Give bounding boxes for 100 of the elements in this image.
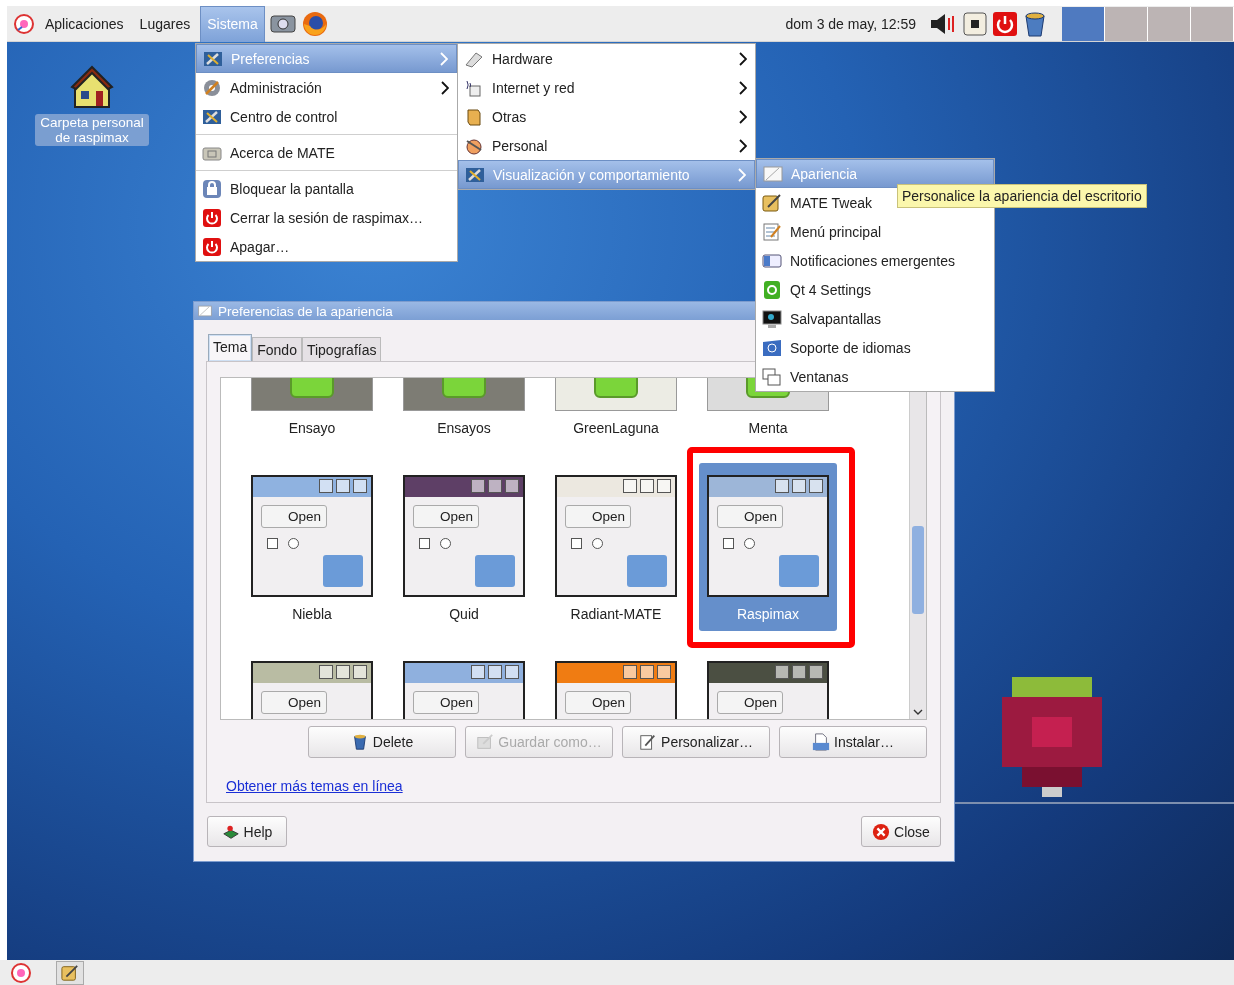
close-button[interactable]: Close <box>861 816 941 847</box>
pencil-icon <box>762 192 782 213</box>
theme-card[interactable]: GreenLaguna <box>547 378 685 445</box>
chevron-icon <box>739 109 747 124</box>
preview-open-button: Open <box>261 691 328 714</box>
box-icon <box>464 106 484 127</box>
theme-card[interactable]: Open Quid <box>395 463 533 631</box>
tab[interactable]: Tema <box>208 334 253 361</box>
menu-item[interactable]: Qt 4 Settings <box>756 275 994 304</box>
menu-item[interactable]: Personal <box>458 131 755 160</box>
lock-icon <box>202 178 222 199</box>
panel-menu[interactable]: Lugares <box>133 5 197 42</box>
dialog-button[interactable]: Personalizar… <box>622 726 770 758</box>
window-title: Preferencias de la apariencia <box>218 303 393 319</box>
taskbar-button[interactable] <box>56 960 84 985</box>
screen-icon <box>763 163 783 184</box>
app-menu-icon[interactable] <box>10 961 32 984</box>
firefox-icon[interactable] <box>300 9 329 38</box>
theme-name: Niebla <box>292 606 332 622</box>
folder-icon <box>779 555 819 587</box>
theme-card[interactable]: Open Niebla <box>243 463 381 631</box>
theme-name: Menta <box>748 420 788 436</box>
radio-icon <box>440 538 451 549</box>
menu-item[interactable]: Otras <box>458 102 755 131</box>
radio-icon <box>288 538 299 549</box>
menu-item[interactable]: Notificaciones emergentes <box>756 246 994 275</box>
theme-card[interactable]: Open <box>699 649 837 719</box>
theme-card[interactable]: Open <box>395 649 533 719</box>
menu-item[interactable]: Cerrar la sesión de raspimax… <box>196 203 457 232</box>
trash-icon[interactable] <box>1022 9 1048 38</box>
radio-icon <box>744 538 755 549</box>
panel-menu[interactable]: Aplicaciones <box>39 5 130 42</box>
folder-icon <box>475 555 515 587</box>
menu-item[interactable]: Administración <box>196 73 457 102</box>
theme-name: Radiant-MATE <box>570 606 662 622</box>
theme-name: Ensayos <box>437 420 491 436</box>
radio-icon <box>592 538 603 549</box>
theme-card[interactable]: Ensayo <box>243 378 381 445</box>
chevron-icon <box>739 138 747 153</box>
theme-name: Ensayo <box>288 420 336 436</box>
menu-item[interactable]: Internet y red <box>458 73 755 102</box>
get-themes-link[interactable]: Obtener más temas en línea <box>226 778 403 794</box>
pencil-icon <box>639 733 658 751</box>
menu-item[interactable]: Soporte de idiomas <box>756 333 994 362</box>
dialog-button[interactable]: Instalar… <box>779 726 927 758</box>
list-icon <box>762 221 782 242</box>
theme-card[interactable]: Open <box>547 649 685 719</box>
menu-item[interactable]: Centro de control <box>196 102 457 131</box>
preview-open-button: Open <box>717 691 784 714</box>
preview-open-button: Open <box>413 505 480 528</box>
workspace-button[interactable] <box>1062 6 1105 41</box>
dialog-button[interactable]: Delete <box>308 726 456 758</box>
chevron-icon <box>738 167 746 182</box>
theme-name: Raspimax <box>736 606 800 622</box>
tooltip: Personalice la apariencia del escritorio <box>897 184 1147 208</box>
menu-item[interactable]: Hardware <box>458 44 755 73</box>
gear-icon <box>202 77 222 98</box>
menu-item[interactable]: Acerca de MATE <box>196 138 457 167</box>
windows-icon <box>762 366 782 387</box>
theme-card[interactable]: Open <box>243 649 381 719</box>
menu-item[interactable]: Apagar… <box>196 232 457 261</box>
menu-item[interactable]: Bloquear la pantalla <box>196 174 457 203</box>
preview-open-button: Open <box>261 505 328 528</box>
chevron-icon <box>441 80 449 95</box>
power-icon[interactable] <box>992 10 1018 37</box>
menu-item[interactable]: Salvapantallas <box>756 304 994 333</box>
power-icon <box>202 207 222 228</box>
chevron-icon <box>739 80 747 95</box>
preview-open-button: Open <box>565 691 632 714</box>
preview-open-button: Open <box>717 505 784 528</box>
menu-item[interactable]: Menú principal <box>756 217 994 246</box>
folder-icon <box>627 555 667 587</box>
clock[interactable]: dom 3 de may, 12:59 <box>785 15 916 32</box>
theme-card[interactable]: Open Radiant-MATE <box>547 463 685 631</box>
app-logo-icon <box>762 279 782 300</box>
checkbox-icon <box>419 538 430 549</box>
folder-icon <box>323 555 363 587</box>
monitor-icon <box>762 308 782 329</box>
selected-theme-card[interactable]: Open Raspimax <box>699 463 837 631</box>
preview-open-button: Open <box>413 691 480 714</box>
tab[interactable]: Tipografías <box>301 337 382 361</box>
tab[interactable]: Fondo <box>252 337 302 361</box>
close-icon <box>872 822 891 841</box>
checkbox-icon <box>723 538 734 549</box>
checkbox-icon <box>571 538 582 549</box>
screen-icon <box>198 304 212 318</box>
app-menu-icon[interactable] <box>13 12 35 35</box>
menu-item[interactable]: Ventanas <box>756 362 994 391</box>
flag-icon <box>762 337 782 358</box>
document-icon <box>476 733 495 751</box>
preview-open-button: Open <box>565 505 632 528</box>
scrollbar-thumb[interactable] <box>912 526 924 614</box>
document-icon <box>812 733 831 751</box>
power-icon <box>202 236 222 257</box>
theme-card[interactable]: Ensayos <box>395 378 533 445</box>
network-icon[interactable] <box>962 10 988 37</box>
checkbox-icon <box>267 538 278 549</box>
chevron-icon <box>440 51 448 66</box>
theme-name: Quid <box>449 606 479 622</box>
help-button[interactable]: Help <box>207 816 287 847</box>
